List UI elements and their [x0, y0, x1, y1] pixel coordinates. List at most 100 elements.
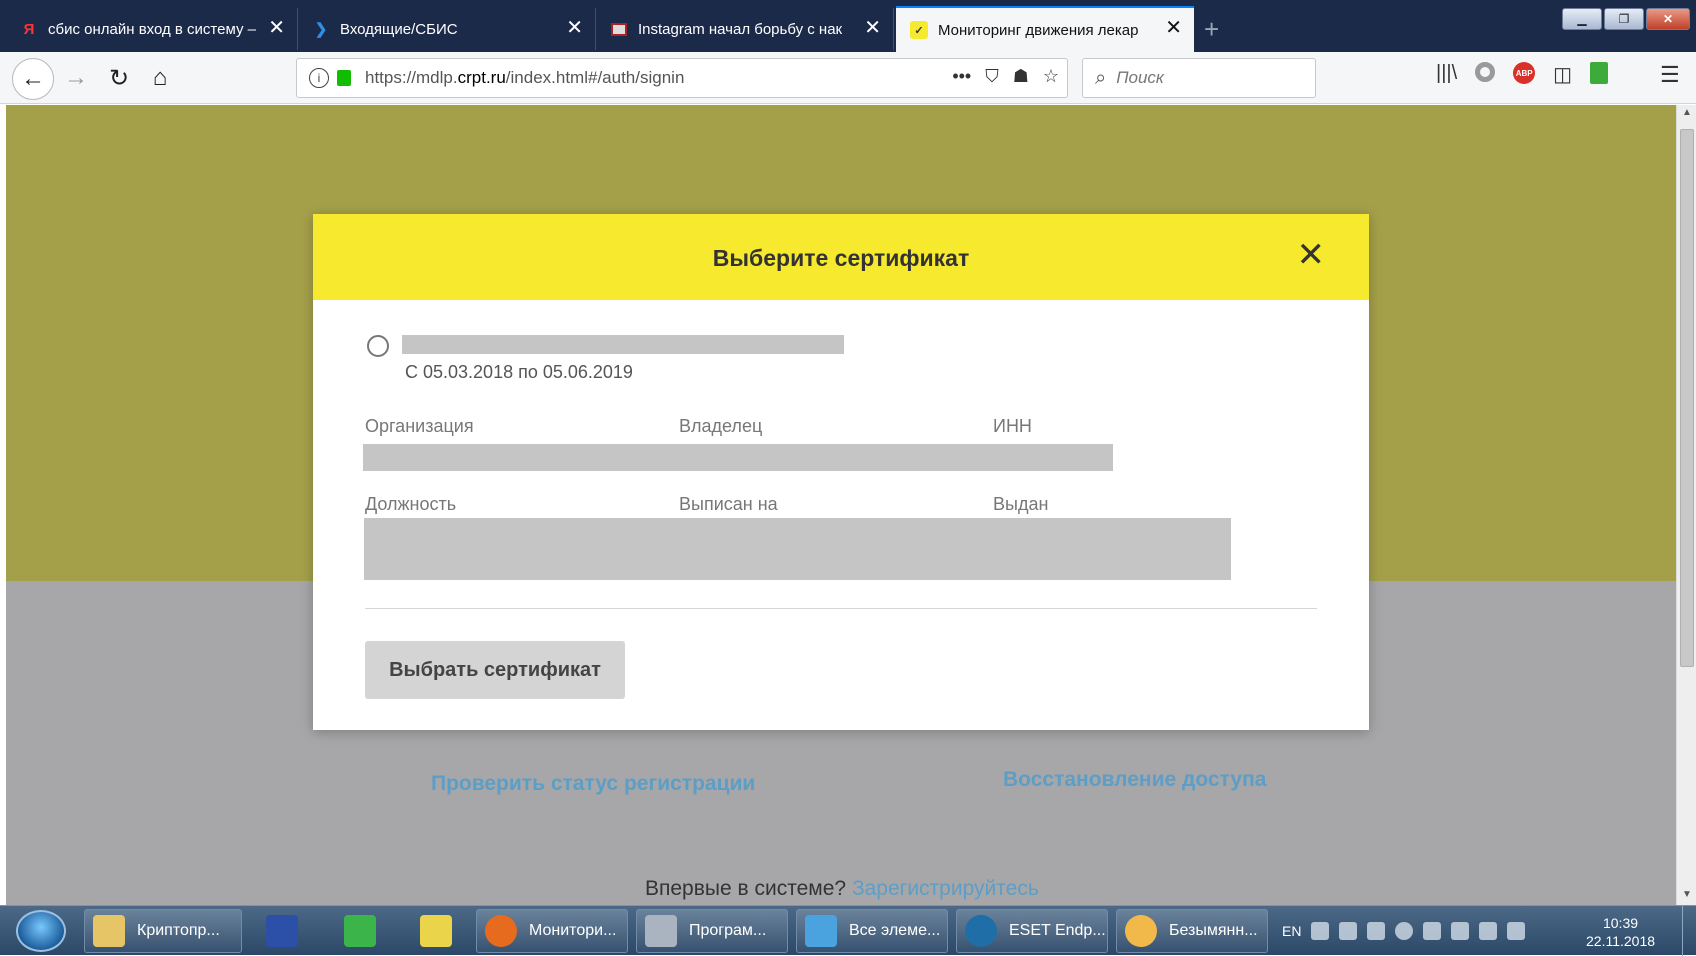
scroll-down-icon[interactable]: ▼ [1677, 889, 1696, 905]
tab-title: Мониторинг движения лекар [938, 21, 1139, 39]
position-label: Должность [365, 494, 457, 514]
bat-app-icon[interactable] [404, 909, 468, 953]
choose-certificate-button[interactable]: Выбрать сертификат [365, 641, 625, 699]
close-window-button[interactable]: ✕ [1646, 8, 1690, 30]
new-tab-button[interactable]: + [1204, 14, 1219, 45]
tab-sbis-search[interactable]: Я сбис онлайн вход в систему – ✕ [6, 8, 298, 50]
page-scrollbar[interactable]: ▲ ▼ [1676, 105, 1696, 905]
scroll-up-icon[interactable]: ▲ [1677, 107, 1696, 123]
certificate-radio[interactable] [367, 335, 389, 357]
address-bar-actions: ••• ⛉ ☗ ☆ [952, 66, 1059, 87]
close-icon[interactable]: ✕ [566, 18, 583, 38]
hamburger-menu-icon[interactable]: ☰ [1660, 62, 1680, 88]
close-icon[interactable]: ✕ [864, 18, 881, 38]
inn-label: ИНН [993, 416, 1032, 436]
news-icon [610, 20, 628, 38]
taskbar-item-label: Програм... [689, 922, 767, 939]
close-icon[interactable]: ✕ [1297, 238, 1326, 272]
language-indicator[interactable]: EN [1282, 923, 1301, 939]
firefox-icon [485, 915, 517, 947]
modal-header: Выберите сертификат ✕ [313, 214, 1369, 300]
pocket-icon[interactable]: ⛉ [985, 66, 999, 87]
url-text[interactable]: https://mdlp.crpt.ru/index.html#/auth/si… [365, 68, 684, 88]
search-input[interactable]: ⌕ Поиск [1082, 58, 1316, 98]
close-icon[interactable]: ✕ [1165, 18, 1182, 38]
minimize-button[interactable]: ▁ [1562, 8, 1602, 30]
taskbar-item-cryptopro[interactable]: Криптопр... [84, 909, 242, 953]
windows-taskbar: Криптопр... Монитори... Програм... Все э… [0, 905, 1696, 956]
system-clock[interactable]: 10:39 22.11.2018 [1586, 914, 1655, 950]
first-time-text: Впервые в системе? [645, 877, 847, 900]
address-bar[interactable]: i https://mdlp.crpt.ru/index.html#/auth/… [296, 58, 1068, 98]
scroll-thumb[interactable] [1680, 129, 1694, 667]
sbis-icon: ❯ [314, 21, 328, 38]
restore-access-link[interactable]: Восстановление доступа [1003, 768, 1266, 792]
system-tray: EN [1282, 922, 1526, 940]
taskbar-item-control-panel[interactable]: Все элеме... [796, 909, 948, 953]
check-status-link[interactable]: Проверить статус регистрации [431, 772, 755, 796]
taskbar-item-label: Безымянн... [1169, 922, 1258, 939]
addon-icon[interactable] [1475, 62, 1496, 82]
issued-by-label: Выдан [993, 494, 1049, 514]
modal-title: Выберите сертификат [712, 245, 970, 271]
tab-mdlp[interactable]: ✓ Мониторинг движения лекар ✕ [896, 6, 1194, 52]
folder-icon [93, 915, 125, 947]
tray-app-icon[interactable] [1311, 922, 1330, 940]
tab-title: сбис онлайн вход в систему – [48, 20, 256, 38]
library-icon[interactable]: |||\ [1436, 62, 1457, 87]
browser-tab-bar: Я сбис онлайн вход в систему – ✕ ❯ Входя… [0, 0, 1696, 52]
taskbar-item-firefox[interactable]: Монитори... [476, 909, 628, 953]
search-icon: ⌕ [1095, 66, 1107, 89]
organization-label: Организация [365, 416, 474, 436]
lock-icon [337, 70, 351, 86]
taskbar-item-paint[interactable]: Безымянн... [1116, 909, 1268, 953]
back-button[interactable]: ← [12, 58, 54, 100]
owner-label: Владелец [679, 416, 763, 436]
taskbar-item-programs[interactable]: Програм... [636, 909, 788, 953]
forward-button[interactable]: → [60, 62, 92, 94]
eset-icon [965, 915, 997, 947]
home-button[interactable]: ⌂ [144, 62, 176, 94]
tray-update-icon[interactable] [1423, 922, 1442, 940]
sidebar-icon[interactable]: ◫ [1553, 62, 1572, 87]
clock-date: 22.11.2018 [1586, 933, 1656, 949]
tab-sbis-inbox[interactable]: ❯ Входящие/СБИС ✕ [298, 8, 596, 50]
taskbar-item-label: Все элеме... [849, 922, 941, 939]
floppy-disk-icon[interactable] [250, 909, 314, 953]
start-button[interactable] [16, 910, 66, 952]
search-placeholder: Поиск [1116, 68, 1164, 87]
volume-icon[interactable] [1507, 922, 1526, 940]
taskbar-item-eset[interactable]: ESET Endp... [956, 909, 1108, 953]
control-panel-icon [805, 915, 837, 947]
issued-to-label: Выписан на [679, 494, 778, 514]
tray-network-icon[interactable] [1339, 922, 1358, 940]
tray-device-icon[interactable] [1367, 922, 1386, 940]
programs-icon [645, 915, 677, 947]
register-link[interactable]: Зарегистрируйтесь [852, 877, 1039, 900]
clipboard-icon[interactable] [1590, 62, 1609, 84]
reload-button[interactable]: ↻ [103, 62, 135, 94]
mdlp-icon: ✓ [910, 21, 928, 39]
adblock-icon[interactable]: ABP [1513, 62, 1536, 84]
info-icon[interactable]: i [309, 68, 329, 88]
navigation-bar: ← → ↻ ⌂ i https://mdlp.crpt.ru/index.htm… [0, 52, 1696, 104]
pharmacy-cross-icon[interactable] [328, 909, 392, 953]
tray-flag-icon[interactable] [1451, 922, 1470, 940]
tray-disk-icon[interactable] [1395, 922, 1414, 940]
restore-button[interactable]: ❐ [1604, 8, 1644, 30]
clock-time: 10:39 [1602, 915, 1639, 931]
tray-monitor-icon[interactable] [1479, 922, 1498, 940]
show-desktop-button[interactable] [1682, 906, 1696, 956]
toolbar-icons: |||\ ABP ◫ [1436, 62, 1609, 87]
more-actions-icon[interactable]: ••• [952, 66, 971, 87]
modal-divider [365, 608, 1317, 609]
tab-instagram-news[interactable]: Instagram начал борьбу с нак ✕ [596, 8, 894, 50]
certificate-name-redacted [402, 335, 844, 354]
extension-icon[interactable]: ☗ [1013, 66, 1029, 87]
certificate-modal: Выберите сертификат ✕ С 05.03.2018 по 05… [313, 214, 1369, 730]
tab-title: Instagram начал борьбу с нак [638, 20, 843, 38]
taskbar-item-label: Монитори... [529, 922, 617, 939]
bookmark-star-icon[interactable]: ☆ [1043, 66, 1059, 87]
taskbar-item-label: ESET Endp... [1009, 922, 1106, 939]
close-icon[interactable]: ✕ [268, 18, 285, 38]
